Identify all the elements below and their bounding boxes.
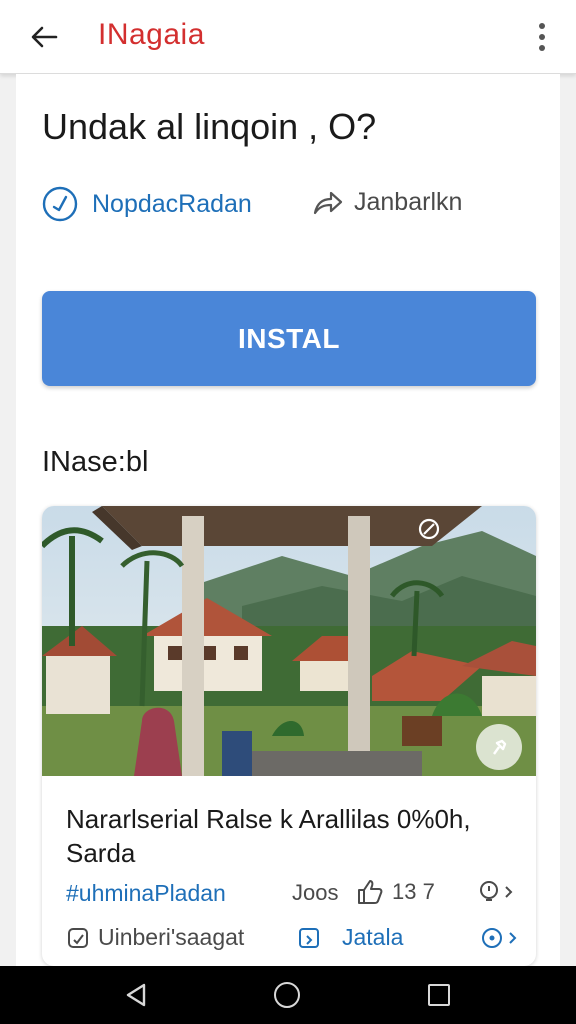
system-navigation-bar (0, 966, 576, 1024)
hashtag-link[interactable]: #uhminaPladan (66, 880, 226, 907)
app-title: INagaia (98, 18, 205, 51)
tag-icon (68, 927, 88, 948)
nav-home-icon[interactable] (274, 982, 300, 1008)
category-tag[interactable]: Uinberi'saagat (66, 924, 244, 951)
developer-link[interactable]: NopdacRadan (42, 186, 252, 222)
next-button[interactable] (480, 926, 518, 950)
share-arrow-icon (313, 191, 343, 214)
chevron-right-icon (509, 932, 517, 944)
more-vert-icon (539, 23, 545, 29)
like-button[interactable]: 13 7 (356, 878, 435, 906)
link-label: Jatala (342, 924, 404, 950)
card-title: Nararlserial Ralse k Arallilas 0%0h, Sar… (66, 804, 471, 868)
nav-back-icon[interactable] (122, 981, 150, 1009)
like-count: 13 7 (392, 879, 435, 904)
arrow-left-icon (31, 26, 58, 48)
app-detail-sheet: Undak al linqoin , O? NopdacRadan Janbar… (16, 74, 560, 966)
lightbulb-icon (480, 881, 498, 901)
developer-name: NopdacRadan (92, 189, 252, 218)
content-card[interactable]: Nararlserial Ralse k Arallilas 0%0h, Sar… (42, 506, 536, 966)
thumbs-up-icon (358, 880, 383, 904)
pin-icon (493, 739, 507, 755)
tip-button[interactable] (478, 880, 514, 904)
open-link-button[interactable]: Jatala (298, 924, 403, 951)
page-title: Undak al linqoin , O? (42, 106, 377, 147)
external-link-icon (299, 927, 319, 948)
circle-chevron-icon (482, 928, 502, 948)
card-actions-row: Uinberi'saagat Jatala (66, 924, 522, 956)
more-options-button[interactable] (526, 17, 558, 57)
chevron-right-icon (505, 886, 513, 898)
back-button[interactable] (24, 17, 64, 57)
card-meta-row: #uhminaPladan Joos 13 7 (66, 878, 522, 910)
jobs-label: Joos (292, 880, 339, 905)
category-label: Uinberi'saagat (98, 924, 245, 950)
app-bar: INagaia (0, 0, 576, 74)
share-label: Janbarlkn (354, 188, 463, 216)
close-circle-icon[interactable] (418, 518, 440, 540)
check-circle-icon (42, 186, 78, 222)
photo-action-button[interactable] (476, 724, 522, 770)
section-title: INase:bl (42, 446, 149, 478)
village-photo (42, 506, 536, 776)
nav-recents-icon[interactable] (428, 984, 450, 1006)
install-button-label: INSTAL (237, 322, 341, 354)
install-button[interactable]: INSTAL (42, 291, 536, 386)
share-button[interactable]: Janbarlkn (312, 188, 462, 217)
